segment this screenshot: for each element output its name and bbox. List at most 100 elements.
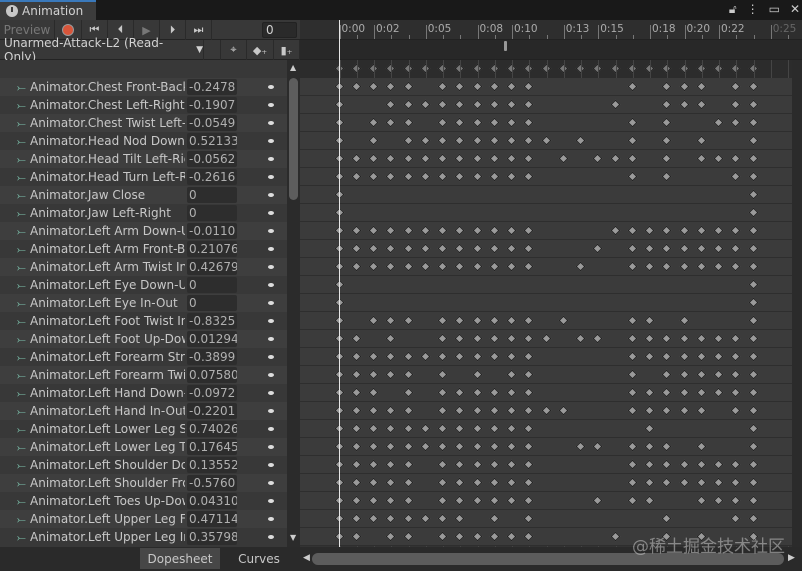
keyframe[interactable] xyxy=(748,423,758,434)
keyframe-row[interactable] xyxy=(300,348,792,366)
keyframe[interactable] xyxy=(489,135,500,146)
keyframe[interactable] xyxy=(420,243,431,254)
keyframe-toggle-icon[interactable] xyxy=(268,499,274,503)
keyframe[interactable] xyxy=(472,225,482,236)
keyframe[interactable] xyxy=(351,459,362,470)
keyframe[interactable] xyxy=(748,297,758,308)
keyframe[interactable] xyxy=(403,477,413,488)
keyframe-row[interactable] xyxy=(300,312,792,330)
keyframe[interactable] xyxy=(523,153,534,164)
keyframe[interactable] xyxy=(696,405,707,416)
keyframe[interactable] xyxy=(748,387,758,398)
keyframe[interactable] xyxy=(420,99,431,110)
keyframe[interactable] xyxy=(644,387,655,398)
keyframe-toggle-icon[interactable] xyxy=(268,175,274,179)
keyframe[interactable] xyxy=(661,387,672,398)
keyframe[interactable] xyxy=(644,333,655,344)
property-value-field[interactable]: 0.74026 xyxy=(187,421,237,437)
keyframe[interactable] xyxy=(506,261,517,272)
keyframe[interactable] xyxy=(730,153,741,164)
keyframe-row[interactable] xyxy=(300,402,792,420)
keyframe[interactable] xyxy=(437,315,448,326)
keyframe[interactable] xyxy=(748,171,758,182)
keyframe[interactable] xyxy=(523,315,534,326)
close-icon[interactable]: ✕ xyxy=(790,2,800,17)
keyframe[interactable] xyxy=(627,387,638,398)
keyframe[interactable] xyxy=(489,495,500,506)
keyframe[interactable] xyxy=(351,333,362,344)
keyframe[interactable] xyxy=(748,315,758,326)
keyframe[interactable] xyxy=(403,261,413,272)
keyframe[interactable] xyxy=(489,513,500,524)
keyframe[interactable] xyxy=(454,495,465,506)
keyframe[interactable] xyxy=(385,81,396,92)
keyframe[interactable] xyxy=(403,225,413,236)
scrollbar-thumb[interactable] xyxy=(289,78,298,200)
keyframe[interactable] xyxy=(696,351,707,362)
keyframe[interactable] xyxy=(489,387,500,398)
keyframe-toggle-icon[interactable] xyxy=(268,535,274,539)
keyframe[interactable] xyxy=(541,135,551,146)
keyframe[interactable] xyxy=(368,513,379,524)
keyframe[interactable] xyxy=(403,243,413,254)
keyframe-row[interactable] xyxy=(300,186,792,204)
keyframe[interactable] xyxy=(627,477,638,488)
keyframe[interactable] xyxy=(679,99,689,110)
keyframe-toggle-icon[interactable] xyxy=(268,301,274,305)
keyframe-toggle-icon[interactable] xyxy=(268,517,274,521)
keyframe[interactable] xyxy=(437,351,448,362)
keyframe[interactable] xyxy=(644,441,655,452)
keyframe[interactable] xyxy=(696,135,707,146)
keyframe[interactable] xyxy=(506,495,517,506)
keyframe[interactable] xyxy=(696,441,707,452)
keyframe[interactable] xyxy=(748,459,758,470)
keyframe[interactable] xyxy=(472,423,482,434)
keyframe[interactable] xyxy=(351,531,362,542)
add-event-button[interactable]: ▮₊ xyxy=(274,40,300,60)
keyframe[interactable] xyxy=(523,225,534,236)
keyframe[interactable] xyxy=(748,333,758,344)
keyframe[interactable] xyxy=(679,243,689,254)
keyframe[interactable] xyxy=(489,171,500,182)
keyframe[interactable] xyxy=(368,171,379,182)
keyframe[interactable] xyxy=(627,171,638,182)
property-row[interactable]: ⤚ Animator.Left Eye Down-Up 0 xyxy=(0,276,287,294)
keyframe[interactable] xyxy=(506,315,517,326)
keyframe[interactable] xyxy=(679,225,689,236)
keyframe-toggle-icon[interactable] xyxy=(268,373,274,377)
keyframe[interactable] xyxy=(523,423,534,434)
keyframe[interactable] xyxy=(489,531,500,542)
keyframe[interactable] xyxy=(506,405,517,416)
keyframe-row[interactable] xyxy=(300,456,792,474)
keyframe[interactable] xyxy=(627,261,638,272)
property-row[interactable]: ⤚ Animator.Left Lower Leg Stretch 0.7402… xyxy=(0,420,287,438)
keyframe[interactable] xyxy=(696,333,707,344)
keyframe[interactable] xyxy=(661,369,672,380)
keyframe[interactable] xyxy=(523,441,534,452)
keyframe[interactable] xyxy=(627,369,638,380)
keyframe[interactable] xyxy=(385,117,396,128)
keyframe[interactable] xyxy=(679,333,689,344)
keyframe[interactable] xyxy=(437,171,448,182)
property-value-field[interactable]: -0.3899 xyxy=(187,349,237,365)
keyframe[interactable] xyxy=(437,531,448,542)
keyframe[interactable] xyxy=(385,153,396,164)
keyframe[interactable] xyxy=(368,153,379,164)
keyframe[interactable] xyxy=(489,153,500,164)
keyframe[interactable] xyxy=(437,153,448,164)
property-row[interactable]: ⤚ Animator.Head Nod Down-Up 0.52133 xyxy=(0,132,287,150)
keyframe[interactable] xyxy=(506,531,517,542)
keyframe[interactable] xyxy=(454,459,465,470)
keyframe[interactable] xyxy=(351,81,362,92)
property-row[interactable]: ⤚ Animator.Left Lower Leg Twist In-Out 0… xyxy=(0,438,287,456)
keyframe[interactable] xyxy=(454,261,465,272)
add-keyframe-button[interactable]: ◆₊ xyxy=(247,40,274,60)
keyframe[interactable] xyxy=(506,135,517,146)
property-value-field[interactable]: -0.5760 xyxy=(187,475,237,491)
property-value-field[interactable]: 0.04310 xyxy=(187,493,237,509)
keyframe[interactable] xyxy=(730,333,741,344)
frame-field[interactable]: 0 xyxy=(262,22,297,38)
keyframe[interactable] xyxy=(489,333,500,344)
keyframe[interactable] xyxy=(437,387,448,398)
keyframe[interactable] xyxy=(385,261,396,272)
